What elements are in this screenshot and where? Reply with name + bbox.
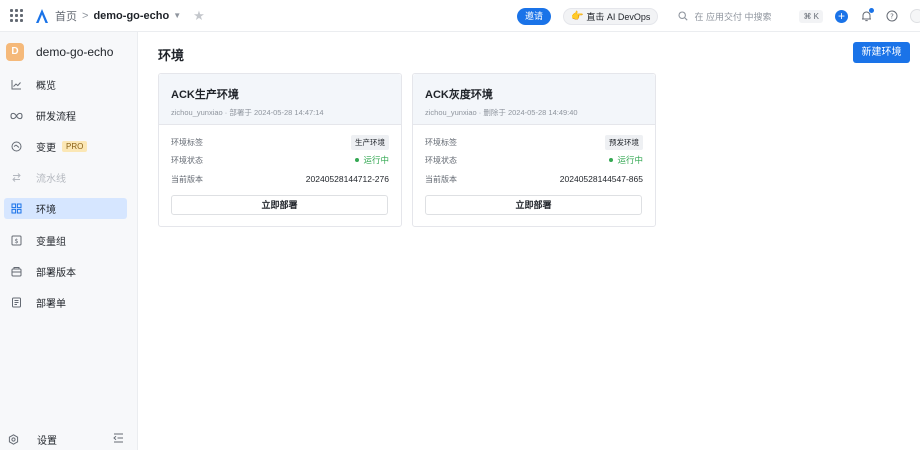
settings-label: 设置	[37, 435, 57, 447]
status-text: 运行中	[617, 155, 643, 165]
environment-card[interactable]: ACK灰度环境 zichou_yunxiao · 删除于 2024-05-28 …	[412, 73, 656, 227]
env-tag: 预发环境	[605, 134, 643, 150]
page-title: 环境	[158, 48, 185, 63]
sidebar-item-environment[interactable]: 环境	[4, 198, 127, 219]
deploy-now-button[interactable]: 立即部署	[425, 195, 642, 215]
svg-text:$: $	[14, 237, 18, 245]
status-dot-icon	[355, 158, 360, 162]
env-version-label: 当前版本	[171, 174, 203, 184]
card-header: ACK灰度环境 zichou_yunxiao · 删除于 2024-05-28 …	[413, 74, 655, 125]
env-status-label: 环境状态	[171, 155, 203, 165]
breadcrumb-separator: >	[82, 9, 89, 22]
status-text: 运行中	[363, 155, 389, 165]
environment-card[interactable]: ACK生产环境 zichou_yunxiao · 部署于 2024-05-28 …	[158, 73, 402, 227]
breadcrumb-home[interactable]: 首页	[55, 8, 77, 24]
sidebar-item-label: 变量组	[36, 237, 66, 248]
pointing-hand-icon: 👉	[570, 10, 584, 22]
search-input[interactable]: 在 应用交付 中搜索	[678, 10, 790, 23]
card-header: ACK生产环境 zichou_yunxiao · 部署于 2024-05-28 …	[159, 74, 401, 125]
user-avatar[interactable]	[910, 9, 920, 23]
notification-bell-icon[interactable]	[861, 8, 874, 22]
notification-dot	[869, 8, 874, 13]
sidebar-item-overview[interactable]: 概览	[4, 74, 127, 95]
env-tag-label: 环境标签	[425, 137, 457, 147]
status-badge: 运行中	[355, 154, 389, 166]
env-tag: 生产环境	[351, 134, 389, 150]
sidebar-item-label: 变更	[36, 143, 56, 154]
sidebar-item-label: 概览	[36, 81, 56, 92]
env-status-row: 环境状态 运行中	[425, 153, 643, 167]
sidebar-item-dev-flow[interactable]: 研发流程	[4, 105, 127, 126]
svg-text:?: ?	[890, 13, 894, 21]
app-avatar: D	[6, 43, 24, 61]
env-status-label: 环境状态	[425, 155, 457, 165]
status-dot-icon	[609, 158, 614, 162]
env-tag-row: 环境标签 预发环境	[425, 134, 643, 150]
help-icon[interactable]: ?	[886, 10, 898, 22]
search-placeholder: 在 应用交付 中搜索	[694, 11, 772, 22]
env-version-row: 当前版本 20240528144712-276	[171, 172, 389, 186]
sidebar-item-variable-group[interactable]: $ 变量组	[4, 230, 127, 251]
env-version-label: 当前版本	[425, 174, 457, 184]
sidebar-item-change[interactable]: 变更 PRO	[4, 136, 127, 157]
breadcrumb-app[interactable]: demo-go-echo	[93, 10, 169, 22]
env-version-row: 当前版本 20240528144547-865	[425, 172, 643, 186]
change-icon	[8, 141, 24, 152]
sidebar-item-label: 部署版本	[36, 268, 76, 279]
gear-icon	[8, 433, 19, 445]
sidebar-item-label: 研发流程	[36, 112, 76, 123]
variable-group-icon: $	[8, 235, 24, 246]
card-title[interactable]: ACK灰度环境	[425, 86, 655, 102]
sidebar-app-name: demo-go-echo	[36, 45, 114, 59]
card-meta: zichou_yunxiao · 删除于 2024-05-28 14:49:40	[425, 108, 578, 117]
new-environment-button[interactable]: 新建环境	[853, 42, 910, 63]
yunxiao-logo-icon[interactable]	[35, 8, 49, 24]
status-badge: 运行中	[609, 154, 643, 166]
ai-devops-button[interactable]: 👉 直击 AI DevOps	[562, 7, 659, 25]
env-version: 20240528144547-865	[559, 174, 643, 184]
sidebar-app-header[interactable]: D demo-go-echo	[0, 32, 137, 72]
search-shortcut: ⌘ K	[799, 9, 823, 23]
card-title[interactable]: ACK生产环境	[171, 86, 401, 102]
sidebar-item-deploy-order[interactable]: 部署单	[4, 292, 127, 313]
collapse-sidebar-icon[interactable]	[113, 433, 124, 443]
settings-button[interactable]: 设置	[8, 432, 57, 447]
pro-badge: PRO	[62, 141, 88, 152]
sidebar: D demo-go-echo 概览 研发流程 变更 PRO 流水线 环境 $ 变…	[0, 32, 138, 450]
sidebar-item-label: 流水线	[36, 174, 66, 185]
app-grid-icon[interactable]	[9, 9, 23, 23]
infinity-icon	[8, 112, 24, 120]
top-bar: 首页 > demo-go-echo ▼ ★ 邀请 👉 直击 AI DevOps …	[0, 0, 920, 32]
create-plus-icon[interactable]: +	[835, 9, 848, 23]
deploy-order-icon	[8, 297, 24, 308]
env-tag-row: 环境标签 生产环境	[171, 134, 389, 150]
sidebar-item-deploy-version[interactable]: 部署版本	[4, 261, 127, 282]
env-tag-label: 环境标签	[171, 137, 203, 147]
env-status-row: 环境状态 运行中	[171, 153, 389, 167]
card-meta: zichou_yunxiao · 部署于 2024-05-28 14:47:14	[171, 108, 324, 117]
invite-button[interactable]: 邀请	[516, 7, 551, 25]
pipeline-icon	[8, 172, 24, 183]
sidebar-footer: 设置	[0, 430, 138, 448]
environment-icon	[8, 203, 24, 214]
ai-devops-label: 直击 AI DevOps	[586, 11, 651, 22]
sidebar-item-label: 环境	[36, 205, 56, 216]
deploy-version-icon	[8, 266, 24, 277]
chart-line-icon	[8, 79, 24, 90]
star-icon[interactable]: ★	[193, 8, 205, 24]
sidebar-item-label: 部署单	[36, 299, 66, 310]
env-version: 20240528144712-276	[305, 174, 389, 184]
deploy-now-button[interactable]: 立即部署	[171, 195, 388, 215]
chevron-down-icon[interactable]: ▼	[173, 11, 181, 20]
search-icon	[678, 11, 689, 21]
sidebar-item-pipeline[interactable]: 流水线	[4, 167, 127, 188]
